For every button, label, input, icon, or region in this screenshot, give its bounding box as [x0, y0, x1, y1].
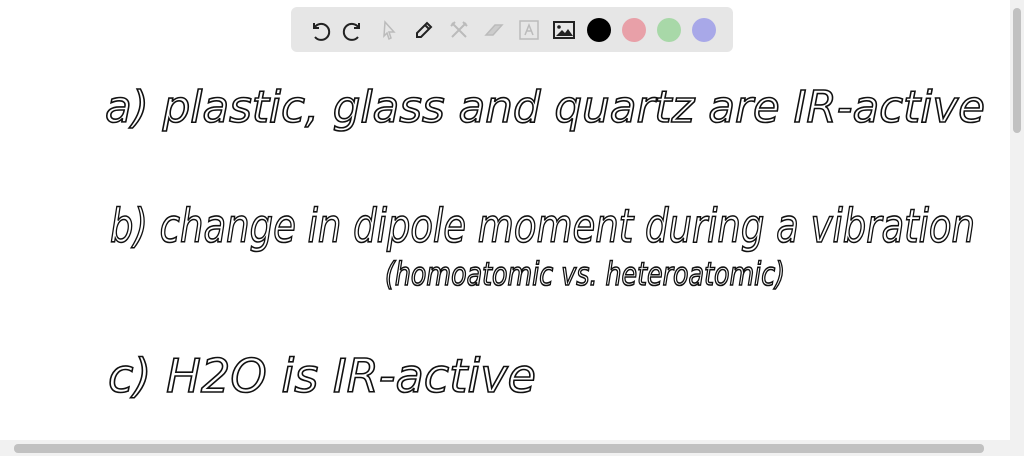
redo-button[interactable] [336, 12, 371, 47]
color-swatch [691, 17, 716, 42]
note-line-b2: (homoatomic vs. heteroatomic) [385, 255, 785, 293]
vertical-scrollbar[interactable] [1010, 0, 1024, 440]
vertical-scroll-thumb[interactable] [1013, 8, 1021, 133]
color-swatch [586, 17, 611, 42]
color-swatch [656, 17, 681, 42]
color-pink[interactable] [616, 12, 651, 47]
undo-icon [312, 22, 330, 41]
pen-button[interactable] [406, 12, 441, 47]
eraser-icon [483, 23, 504, 36]
note-line-b: b) change in dipole moment during a vibr… [110, 199, 975, 253]
text-icon [518, 19, 539, 40]
select-icon [382, 19, 396, 40]
color-green[interactable] [651, 12, 686, 47]
note-line-c: c) H2O is IR-active [108, 349, 536, 403]
drawing-toolbar [291, 7, 733, 52]
pen-icon [415, 21, 432, 38]
color-black[interactable] [581, 12, 616, 47]
text-button[interactable] [511, 12, 546, 47]
redo-icon [342, 22, 360, 41]
tools-icon [449, 20, 468, 38]
undo-button[interactable] [301, 12, 336, 47]
image-icon [552, 20, 575, 39]
select-button[interactable] [371, 12, 406, 47]
handwritten-notes: a) plastic, glass and quartz are IR-acti… [104, 81, 986, 404]
color-purple[interactable] [686, 12, 721, 47]
whiteboard-canvas[interactable]: a) plastic, glass and quartz are IR-acti… [0, 0, 1010, 440]
horizontal-scroll-thumb[interactable] [14, 444, 984, 453]
tools-button[interactable] [441, 12, 476, 47]
image-button[interactable] [546, 12, 581, 47]
eraser-button[interactable] [476, 12, 511, 47]
note-line-a: a) plastic, glass and quartz are IR-acti… [105, 82, 985, 133]
horizontal-scrollbar[interactable] [0, 440, 1024, 456]
color-swatch [621, 17, 646, 42]
